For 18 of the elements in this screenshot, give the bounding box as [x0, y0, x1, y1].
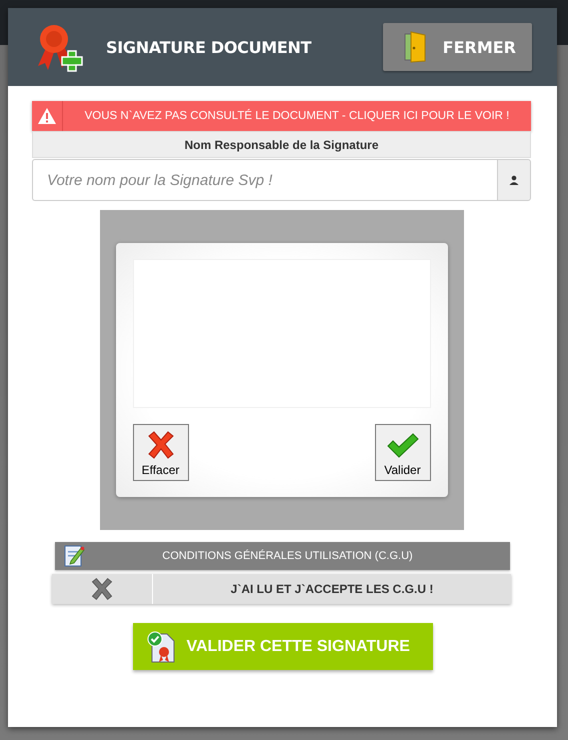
terms-bar[interactable]: CONDITIONS GÉNÉRALES UTILISATION (C.G.U)	[55, 542, 510, 570]
accept-checkbox[interactable]	[52, 574, 152, 604]
clear-button[interactable]: Effacer	[132, 424, 188, 481]
alert-banner[interactable]: VOUS N`AVEZ PAS CONSULTÉ LE DOCUMENT - CLIQUER ICI POUR LE VOIR !	[32, 101, 531, 131]
cross-icon	[146, 431, 176, 459]
warning-icon	[37, 107, 57, 125]
door-icon	[402, 31, 427, 63]
certificate-icon	[146, 630, 176, 664]
document-pencil-icon	[63, 544, 85, 568]
accept-label: J`AI LU ET J`ACCEPTE LES C.G.U !	[153, 574, 511, 604]
name-field[interactable]: Votre nom pour la Signature Svp !	[32, 159, 497, 201]
check-icon	[386, 433, 418, 459]
cross-icon	[90, 577, 114, 601]
confirm-button[interactable]: Valider	[374, 424, 430, 481]
field-label: Nom Responsable de la Signature	[32, 131, 531, 158]
dialog-title: SIGNATURE DOCUMENT	[106, 38, 312, 56]
close-button[interactable]: FERMER	[382, 23, 532, 71]
user-icon	[509, 175, 519, 185]
